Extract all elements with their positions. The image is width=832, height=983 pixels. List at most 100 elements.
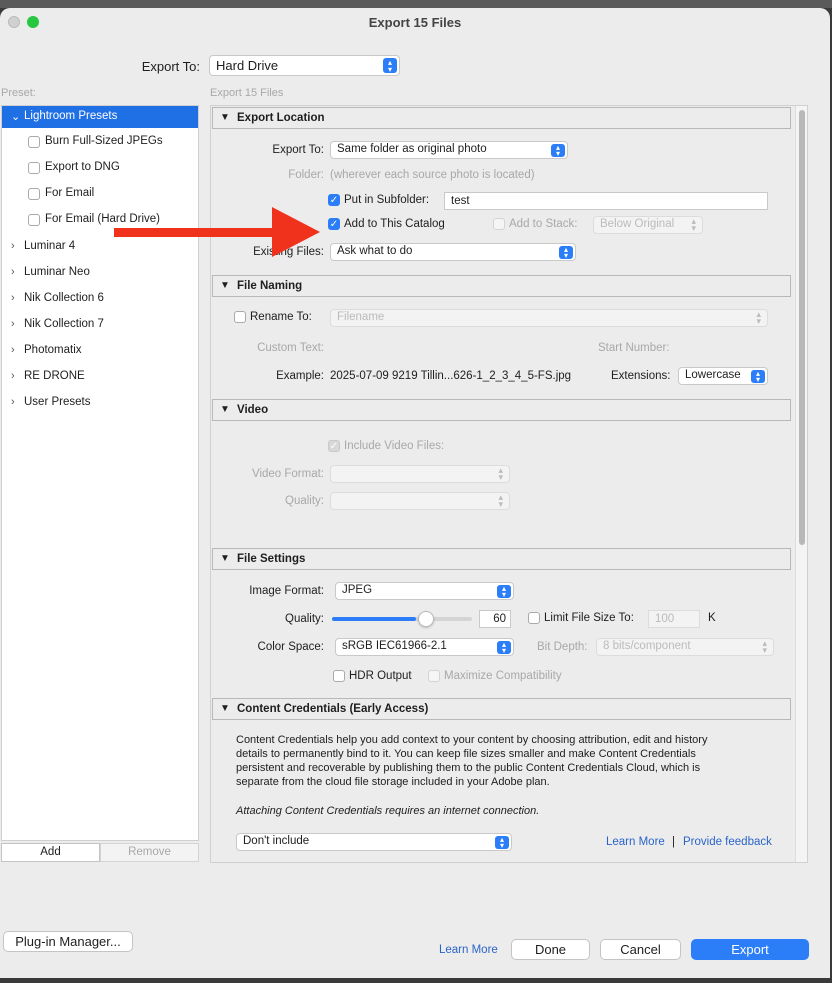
credentials-select-value: Don't include xyxy=(243,835,310,847)
add-stack-checkbox[interactable] xyxy=(493,218,505,230)
subfolder-checkbox[interactable]: ✓ xyxy=(328,194,340,206)
export-button[interactable]: Export xyxy=(691,939,809,960)
rename-checkbox[interactable] xyxy=(234,311,246,323)
hdr-output-checkbox[interactable] xyxy=(333,670,345,682)
color-space-select[interactable]: sRGB IEC61966-2.1 ▴ ▾ xyxy=(335,638,514,656)
section-content-credentials[interactable]: ▼ Content Credentials (Early Access) xyxy=(212,698,791,720)
credentials-text-line: separate from the cloud file storage inc… xyxy=(236,776,550,788)
preset-checkbox[interactable] xyxy=(28,214,40,226)
preset-checkbox[interactable] xyxy=(28,136,40,148)
section-title: File Naming xyxy=(237,280,303,292)
preset-group-lightroom[interactable]: ⌄ Lightroom Presets xyxy=(2,106,198,128)
include-video-checkbox[interactable]: ✓ xyxy=(328,440,340,452)
quality-input[interactable]: 60 xyxy=(479,610,511,628)
maximize-compat-label: Maximize Compatibility xyxy=(444,670,562,682)
provide-feedback-link[interactable]: Provide feedback xyxy=(683,836,772,848)
chevron-updown-icon: ▴ ▾ xyxy=(498,465,503,482)
preset-group-label: Luminar Neo xyxy=(24,266,90,278)
link-separator: | xyxy=(672,836,675,848)
color-space-value: sRGB IEC61966-2.1 xyxy=(342,640,447,652)
folder-value: (wherever each source photo is located) xyxy=(330,169,535,181)
credentials-note: Attaching Content Credentials requires a… xyxy=(236,805,540,817)
chevron-right-icon: › xyxy=(11,240,15,252)
preset-group-user[interactable]: › User Presets xyxy=(2,392,198,414)
credentials-text-line: Content Credentials help you add context… xyxy=(236,734,708,746)
chevron-updown-icon: ▴ ▾ xyxy=(497,641,511,655)
chevron-updown-icon: ▴ ▾ xyxy=(756,309,761,326)
example-label: Example: xyxy=(276,370,324,382)
footer-learn-more-link[interactable]: Learn More xyxy=(439,944,498,956)
preset-group-label: Nik Collection 7 xyxy=(24,318,104,330)
quality-slider-fill xyxy=(332,617,416,621)
preset-group-photomatix[interactable]: › Photomatix xyxy=(2,340,198,362)
stack-position-select[interactable]: Below Original ▴ ▾ xyxy=(593,216,703,234)
export-to-select[interactable]: Hard Drive ▴ ▾ xyxy=(209,55,400,76)
section-title: File Settings xyxy=(237,553,306,565)
red-arrow-annotation xyxy=(114,207,320,257)
credentials-learn-more-link[interactable]: Learn More xyxy=(606,836,665,848)
quality-slider-knob[interactable] xyxy=(418,611,434,627)
triangle-down-icon: ▼ xyxy=(220,280,230,291)
preset-group-nik6[interactable]: › Nik Collection 6 xyxy=(2,288,198,310)
add-preset-button[interactable]: Add xyxy=(1,843,100,862)
image-format-select[interactable]: JPEG ▴ ▾ xyxy=(335,582,514,600)
preset-group-nik7[interactable]: › Nik Collection 7 xyxy=(2,314,198,336)
extensions-select[interactable]: Lowercase ▴ ▾ xyxy=(678,367,768,385)
quality-label: Quality: xyxy=(285,613,324,625)
limit-size-label: Limit File Size To: xyxy=(544,612,634,624)
preset-group-label: Lightroom Presets xyxy=(24,110,118,122)
video-format-select[interactable]: ▴ ▾ xyxy=(330,465,510,483)
preset-group-re-drone[interactable]: › RE DRONE xyxy=(2,366,198,388)
scrollbar-thumb[interactable] xyxy=(799,110,805,545)
limit-size-checkbox[interactable] xyxy=(528,612,540,624)
existing-files-value: Ask what to do xyxy=(337,245,413,257)
folder-label: Folder: xyxy=(288,169,324,181)
rename-template-select[interactable]: Filename ▴ ▾ xyxy=(330,309,768,327)
section-title: Export Location xyxy=(237,112,325,124)
stack-position-value: Below Original xyxy=(600,218,675,230)
chevron-updown-icon: ▴ ▾ xyxy=(498,492,503,509)
subfolder-input[interactable]: test xyxy=(444,192,768,210)
quality-slider-track[interactable] xyxy=(332,611,472,627)
bit-depth-label: Bit Depth: xyxy=(537,641,588,653)
image-format-value: JPEG xyxy=(342,584,373,596)
preset-checkbox[interactable] xyxy=(28,188,40,200)
chevron-updown-icon: ▴ ▾ xyxy=(751,370,765,384)
section-video[interactable]: ▼ Video xyxy=(212,399,791,421)
preset-group-label: RE DRONE xyxy=(24,370,85,382)
add-catalog-checkbox[interactable]: ✓ xyxy=(328,218,340,230)
preset-group-label: User Presets xyxy=(24,396,91,408)
credentials-select[interactable]: Don't include ▴ ▾ xyxy=(236,833,512,851)
export-to-value: Hard Drive xyxy=(216,58,279,73)
bit-depth-select[interactable]: 8 bits/component ▴ ▾ xyxy=(596,638,774,656)
section-file-settings[interactable]: ▼ File Settings xyxy=(212,548,791,570)
plugin-manager-button[interactable]: Plug-in Manager... xyxy=(3,931,133,952)
extensions-value: Lowercase xyxy=(685,369,741,381)
existing-files-select[interactable]: Ask what to do ▴ ▾ xyxy=(330,243,576,261)
export-to-label: Export To: xyxy=(141,59,200,74)
cancel-button[interactable]: Cancel xyxy=(600,939,681,960)
limit-size-input[interactable]: 100 xyxy=(648,610,700,628)
chevron-updown-icon: ▴ ▾ xyxy=(383,58,397,74)
preset-checkbox[interactable] xyxy=(28,162,40,174)
preset-group-label: Luminar 4 xyxy=(24,240,76,252)
credentials-text-line: persistent and recoverable by publishing… xyxy=(236,762,701,774)
video-quality-label: Quality: xyxy=(285,495,324,507)
remove-preset-button[interactable]: Remove xyxy=(100,843,199,862)
subfolder-label: Put in Subfolder: xyxy=(344,194,430,206)
chevron-updown-icon: ▴ ▾ xyxy=(691,216,696,233)
maximize-compat-checkbox[interactable] xyxy=(428,670,440,682)
triangle-down-icon: ▼ xyxy=(220,112,230,123)
section-file-naming[interactable]: ▼ File Naming xyxy=(212,275,791,297)
section-title: Video xyxy=(237,404,269,416)
done-button[interactable]: Done xyxy=(511,939,590,960)
add-stack-label: Add to Stack: xyxy=(509,218,578,230)
preset-item-label: Burn Full-Sized JPEGs xyxy=(45,135,163,147)
chevron-right-icon: › xyxy=(11,370,15,382)
export-location-select[interactable]: Same folder as original photo ▴ ▾ xyxy=(330,141,568,159)
background-filmstrip xyxy=(0,0,832,8)
preset-group-luminar-neo[interactable]: › Luminar Neo xyxy=(2,262,198,284)
section-export-location[interactable]: ▼ Export Location xyxy=(212,107,791,129)
video-quality-select[interactable]: ▴ ▾ xyxy=(330,492,510,510)
limit-size-unit: K xyxy=(708,612,716,624)
